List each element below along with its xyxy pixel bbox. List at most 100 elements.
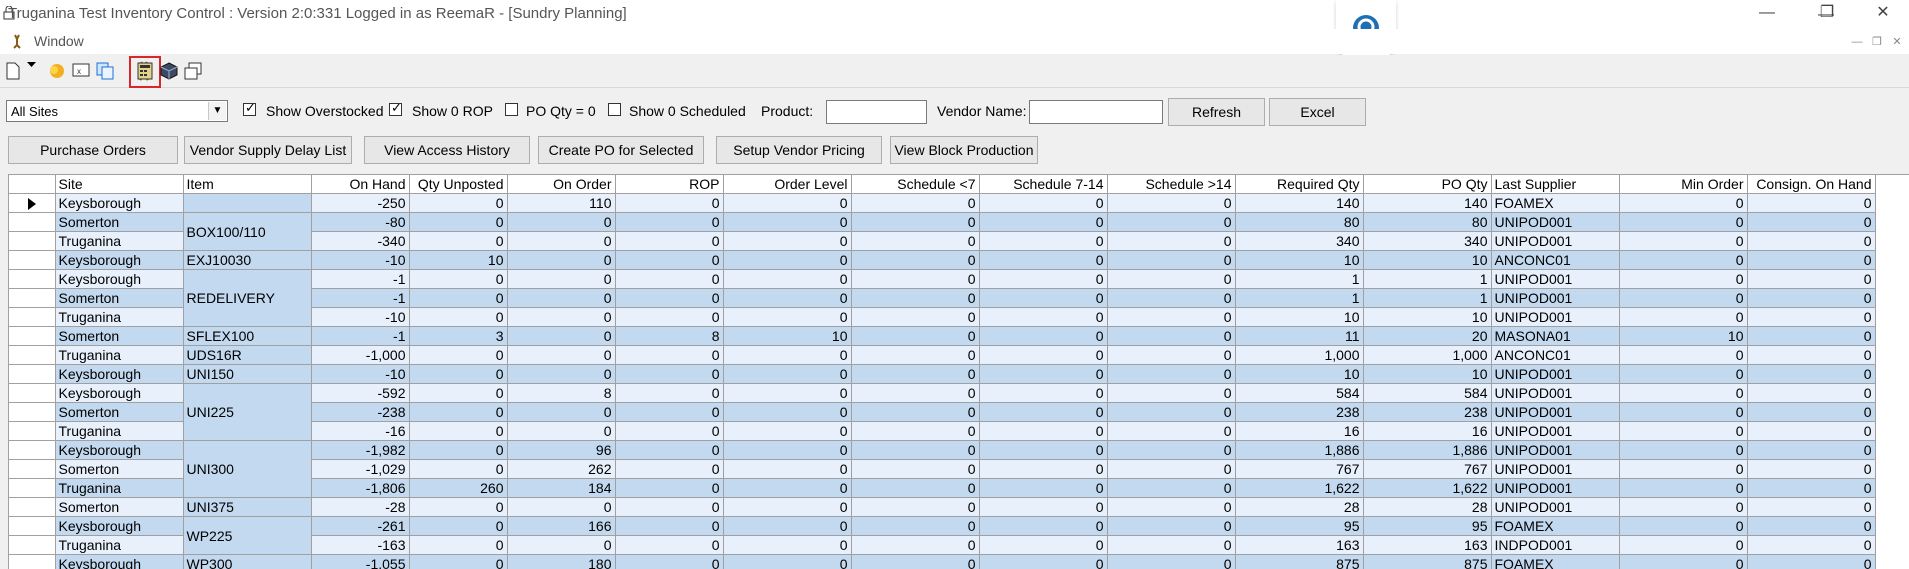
column-header-schedule-gt14[interactable]: Schedule >14 bbox=[1107, 175, 1235, 194]
cell-on-hand[interactable]: -163 bbox=[311, 536, 409, 555]
cell-last-supplier[interactable]: MASONA01 bbox=[1491, 327, 1619, 346]
cell-consign-on-hand[interactable]: 0 bbox=[1747, 384, 1875, 403]
cell-schedule-gt14[interactable]: 0 bbox=[1107, 251, 1235, 270]
cell-rop[interactable]: 0 bbox=[615, 479, 723, 498]
cell-on-hand[interactable]: -1 bbox=[311, 289, 409, 308]
cell-schedule-gt14[interactable]: 0 bbox=[1107, 422, 1235, 441]
cell-item[interactable]: UNI375 bbox=[183, 498, 311, 517]
show-zero-scheduled-checkbox[interactable] bbox=[608, 103, 621, 116]
cell-po-qty[interactable]: 340 bbox=[1363, 232, 1491, 251]
cell-schedule-gt14[interactable]: 0 bbox=[1107, 194, 1235, 213]
cell-order-level[interactable]: 0 bbox=[723, 422, 851, 441]
table-row[interactable]: KeysboroughUNI225-5920800000584584UNIPOD… bbox=[9, 384, 1875, 403]
purchase-orders-button[interactable]: Purchase Orders bbox=[8, 136, 178, 164]
cell-schedule-lt7[interactable]: 0 bbox=[851, 460, 979, 479]
row-selector[interactable] bbox=[9, 346, 55, 365]
cell-required-qty[interactable]: 1,000 bbox=[1235, 346, 1363, 365]
cell-on-order[interactable]: 0 bbox=[507, 251, 615, 270]
cell-on-order[interactable]: 0 bbox=[507, 308, 615, 327]
cell-item[interactable]: WP225 bbox=[183, 517, 311, 555]
cell-rop[interactable]: 0 bbox=[615, 232, 723, 251]
cell-consign-on-hand[interactable]: 0 bbox=[1747, 555, 1875, 569]
cell-rop[interactable]: 0 bbox=[615, 517, 723, 536]
cell-required-qty[interactable]: 10 bbox=[1235, 365, 1363, 384]
cell-item[interactable]: EXJ10030 bbox=[183, 251, 311, 270]
cell-required-qty[interactable]: 163 bbox=[1235, 536, 1363, 555]
cell-item[interactable]: REDELIVERY bbox=[183, 270, 311, 327]
cell-po-qty[interactable]: 238 bbox=[1363, 403, 1491, 422]
cell-order-level[interactable]: 0 bbox=[723, 555, 851, 569]
cell-schedule-gt14[interactable]: 0 bbox=[1107, 441, 1235, 460]
cell-on-hand[interactable]: -80 bbox=[311, 213, 409, 232]
cell-schedule-7-14[interactable]: 0 bbox=[979, 441, 1107, 460]
row-selector[interactable] bbox=[9, 517, 55, 536]
cell-qty-unposted[interactable]: 260 bbox=[409, 479, 507, 498]
cell-last-supplier[interactable]: ANCONC01 bbox=[1491, 251, 1619, 270]
cell-last-supplier[interactable]: UNIPOD001 bbox=[1491, 308, 1619, 327]
cell-qty-unposted[interactable]: 0 bbox=[409, 213, 507, 232]
cell-consign-on-hand[interactable]: 0 bbox=[1747, 517, 1875, 536]
cell-last-supplier[interactable]: UNIPOD001 bbox=[1491, 365, 1619, 384]
cell-order-level[interactable]: 0 bbox=[723, 194, 851, 213]
cell-site[interactable]: Truganina bbox=[55, 422, 183, 441]
cell-min-order[interactable]: 0 bbox=[1619, 498, 1747, 517]
cell-po-qty[interactable]: 95 bbox=[1363, 517, 1491, 536]
cell-on-hand[interactable]: -10 bbox=[311, 251, 409, 270]
cell-qty-unposted[interactable]: 0 bbox=[409, 403, 507, 422]
cell-on-hand[interactable]: -250 bbox=[311, 194, 409, 213]
cell-required-qty[interactable]: 16 bbox=[1235, 422, 1363, 441]
cell-schedule-lt7[interactable]: 0 bbox=[851, 555, 979, 569]
cell-last-supplier[interactable]: UNIPOD001 bbox=[1491, 232, 1619, 251]
cell-on-hand[interactable]: -1,029 bbox=[311, 460, 409, 479]
window-restore-button[interactable]: ❐ bbox=[1804, 0, 1850, 26]
cell-min-order[interactable]: 0 bbox=[1619, 289, 1747, 308]
sundry-planning-grid[interactable]: Site Item On Hand Qty Unposted On Order … bbox=[8, 174, 1909, 569]
mdi-minimize-button[interactable]: — bbox=[1848, 34, 1866, 50]
cell-site[interactable]: Somerton bbox=[55, 327, 183, 346]
cell-on-hand[interactable]: -238 bbox=[311, 403, 409, 422]
cell-site[interactable]: Somerton bbox=[55, 460, 183, 479]
cell-on-order[interactable]: 0 bbox=[507, 213, 615, 232]
cell-qty-unposted[interactable]: 0 bbox=[409, 289, 507, 308]
cell-po-qty[interactable]: 163 bbox=[1363, 536, 1491, 555]
excel-sheet-icon[interactable]: x bbox=[70, 60, 92, 82]
vendor-supply-delay-list-button[interactable]: Vendor Supply Delay List bbox=[184, 136, 352, 164]
cell-schedule-lt7[interactable]: 0 bbox=[851, 536, 979, 555]
cell-min-order[interactable]: 0 bbox=[1619, 270, 1747, 289]
table-row[interactable]: SomertonSFLEX100-1308100001120MASONA0110… bbox=[9, 327, 1875, 346]
cell-on-order[interactable]: 0 bbox=[507, 232, 615, 251]
setup-vendor-pricing-button[interactable]: Setup Vendor Pricing bbox=[716, 136, 882, 164]
cell-required-qty[interactable]: 80 bbox=[1235, 213, 1363, 232]
cell-on-hand[interactable]: -340 bbox=[311, 232, 409, 251]
column-header-on-order[interactable]: On Order bbox=[507, 175, 615, 194]
table-row[interactable]: KeysboroughREDELIVERY-1000000011UNIPOD00… bbox=[9, 270, 1875, 289]
row-selector[interactable] bbox=[9, 384, 55, 403]
row-selector[interactable] bbox=[9, 308, 55, 327]
cell-on-hand[interactable]: -28 bbox=[311, 498, 409, 517]
cell-schedule-lt7[interactable]: 0 bbox=[851, 517, 979, 536]
cell-order-level[interactable]: 0 bbox=[723, 365, 851, 384]
cell-consign-on-hand[interactable]: 0 bbox=[1747, 403, 1875, 422]
cell-schedule-7-14[interactable]: 0 bbox=[979, 194, 1107, 213]
cell-on-hand[interactable]: -1 bbox=[311, 327, 409, 346]
cell-qty-unposted[interactable]: 0 bbox=[409, 270, 507, 289]
cell-required-qty[interactable]: 28 bbox=[1235, 498, 1363, 517]
cell-schedule-gt14[interactable]: 0 bbox=[1107, 555, 1235, 569]
cell-last-supplier[interactable]: FOAMEX bbox=[1491, 517, 1619, 536]
row-selector[interactable] bbox=[9, 327, 55, 346]
table-row[interactable]: SomertonBOX100/110-8000000008080UNIPOD00… bbox=[9, 213, 1875, 232]
cell-consign-on-hand[interactable]: 0 bbox=[1747, 213, 1875, 232]
cell-consign-on-hand[interactable]: 0 bbox=[1747, 365, 1875, 384]
window-minimize-button[interactable]: — bbox=[1744, 0, 1790, 26]
cell-site[interactable]: Somerton bbox=[55, 498, 183, 517]
column-header-rop[interactable]: ROP bbox=[615, 175, 723, 194]
cell-consign-on-hand[interactable]: 0 bbox=[1747, 194, 1875, 213]
cell-required-qty[interactable]: 238 bbox=[1235, 403, 1363, 422]
row-selector[interactable] bbox=[9, 555, 55, 569]
cell-qty-unposted[interactable]: 0 bbox=[409, 232, 507, 251]
cell-order-level[interactable]: 0 bbox=[723, 346, 851, 365]
cell-site[interactable]: Keysborough bbox=[55, 555, 183, 569]
cell-consign-on-hand[interactable]: 0 bbox=[1747, 536, 1875, 555]
cell-order-level[interactable]: 0 bbox=[723, 289, 851, 308]
cell-rop[interactable]: 0 bbox=[615, 270, 723, 289]
